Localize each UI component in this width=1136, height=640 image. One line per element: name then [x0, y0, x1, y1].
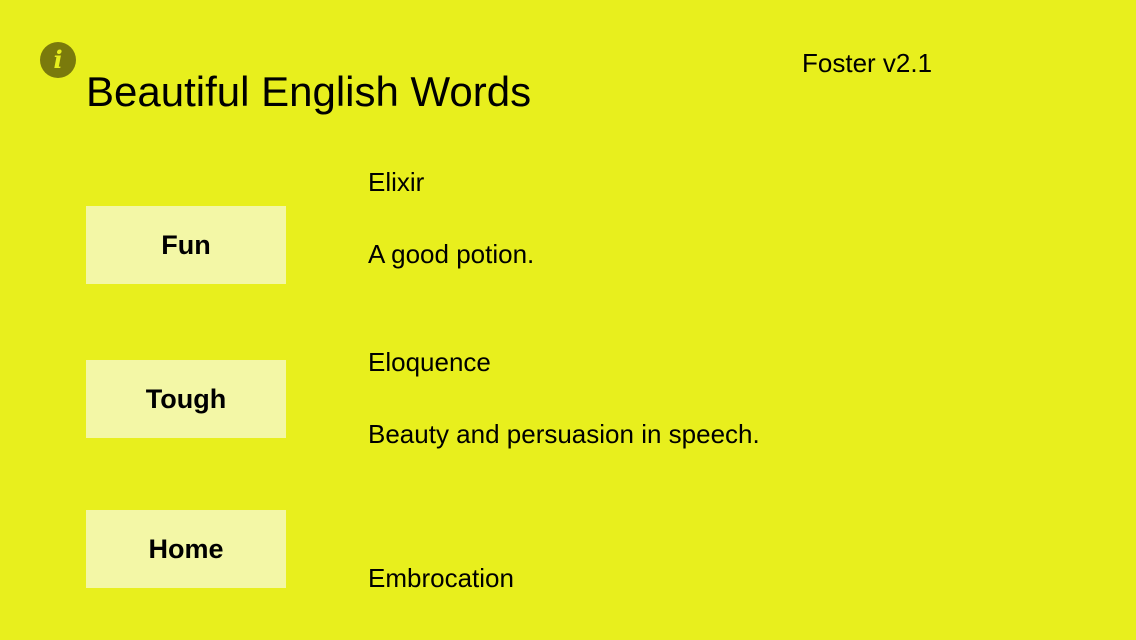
info-icon[interactable]: i [40, 42, 76, 78]
tough-button[interactable]: Tough [86, 360, 286, 438]
word-elixir: Elixir [368, 167, 425, 197]
word-embrocation: Embrocation [368, 563, 514, 593]
word-eloquence: Eloquence [368, 347, 491, 377]
page-title: Beautiful English Words [86, 68, 532, 115]
home-button[interactable]: Home [86, 510, 286, 588]
version-label: Foster v2.1 [802, 48, 933, 78]
definition-eloquence: Beauty and persuasion in speech. [368, 419, 760, 449]
definition-elixir: A good potion. [368, 239, 535, 269]
info-glyph: i [53, 44, 63, 74]
fun-button[interactable]: Fun [86, 206, 286, 284]
